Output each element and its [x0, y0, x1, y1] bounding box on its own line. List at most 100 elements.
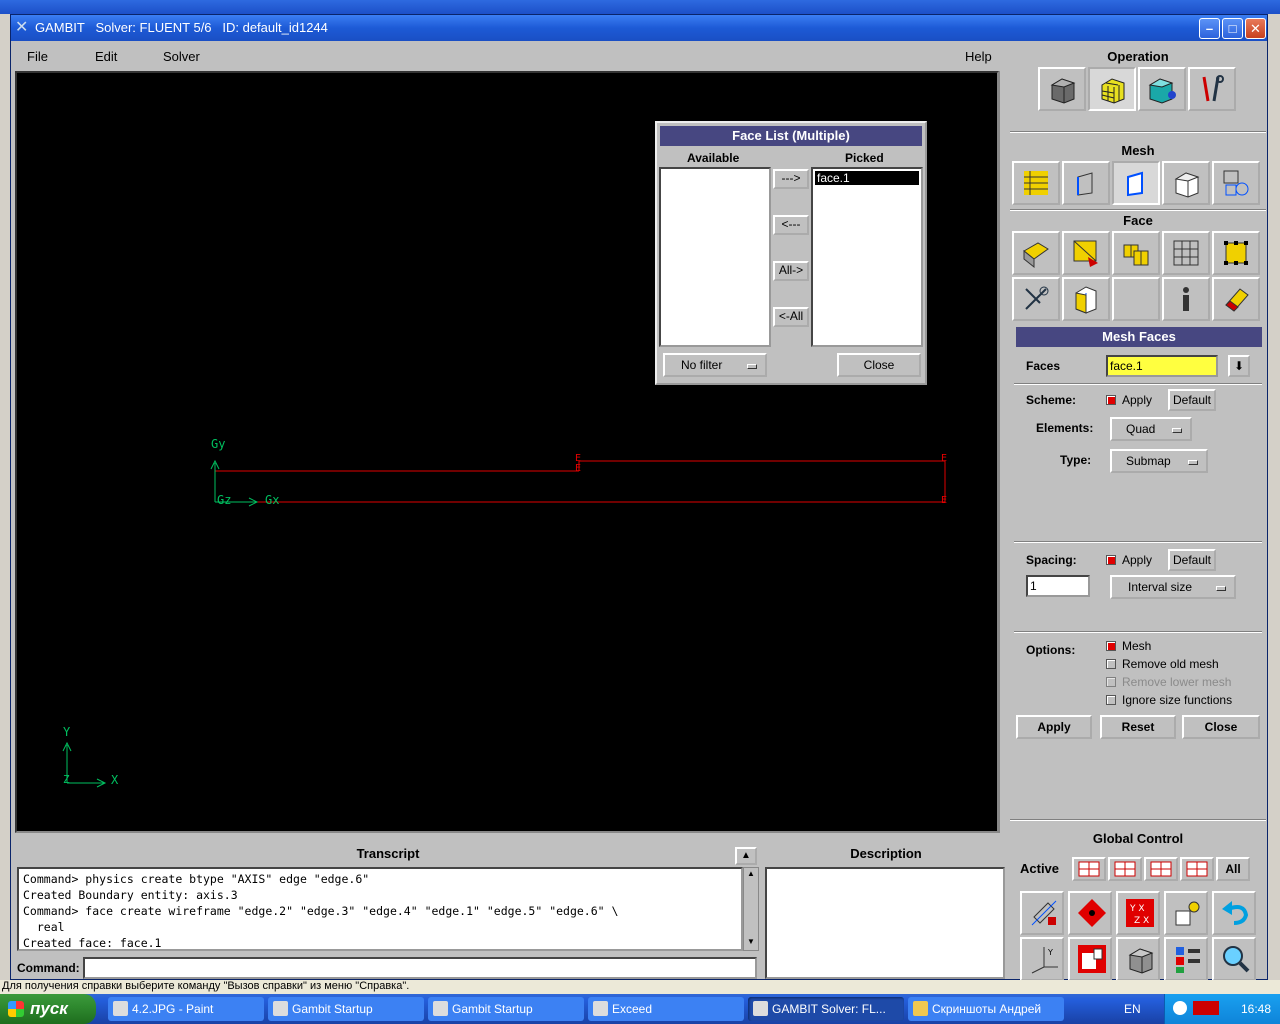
face-title: Face: [1123, 213, 1153, 228]
taskbar-item-gambit-startup-2[interactable]: Gambit Startup: [428, 997, 584, 1021]
remove-all-button[interactable]: <-All: [773, 307, 809, 327]
menu-help[interactable]: Help: [965, 49, 992, 64]
zones-tool-button[interactable]: [1138, 67, 1186, 111]
faces-pick-list-button[interactable]: ⬇: [1228, 355, 1250, 377]
quadrant-2-button[interactable]: [1108, 857, 1142, 881]
geometry-tool-button[interactable]: [1038, 67, 1086, 111]
transcript-log[interactable]: Command> physics create btype "AXIS" edg…: [17, 867, 743, 951]
taskbar-item-gambit-startup-1[interactable]: Gambit Startup: [268, 997, 424, 1021]
view-icon: Y X Z X: [1126, 899, 1154, 927]
mesh-faces-button[interactable]: [1112, 161, 1160, 205]
face-delete-button[interactable]: [1212, 277, 1260, 321]
orient-model-button[interactable]: Y: [1020, 937, 1064, 981]
render-model-button[interactable]: [1068, 937, 1112, 981]
select-pivot-button[interactable]: [1068, 891, 1112, 935]
taskbar-item-paint[interactable]: 4.2.JPG - Paint: [108, 997, 264, 1021]
menu-file[interactable]: File: [27, 49, 48, 64]
face-split-button[interactable]: [1162, 231, 1210, 275]
option-remove-old-checkbox[interactable]: [1106, 659, 1116, 669]
language-indicator[interactable]: EN: [1124, 1002, 1141, 1016]
eraser-icon: [1225, 288, 1249, 312]
change-view-button[interactable]: Y X Z X: [1116, 891, 1160, 935]
boundary-layer-icon: [1024, 171, 1048, 195]
spacing-apply-checkbox[interactable]: [1106, 555, 1116, 565]
start-button[interactable]: пуск: [0, 994, 96, 1024]
option-mesh-checkbox[interactable]: [1106, 641, 1116, 651]
task-label: GAMBIT Solver: FL...: [772, 1002, 886, 1016]
quadrant-3-button[interactable]: [1144, 857, 1178, 881]
face-list-title[interactable]: Face List (Multiple): [660, 126, 922, 146]
mesh-edges-button[interactable]: [1062, 161, 1110, 205]
transcript-line: Created Boundary entity: axis.3: [23, 888, 238, 902]
apply-button[interactable]: Apply: [1016, 715, 1092, 739]
option-remove-lower-label: Remove lower mesh: [1122, 675, 1232, 689]
menu-edit[interactable]: Edit: [95, 49, 117, 64]
tray-help-icon[interactable]: [1173, 1001, 1187, 1015]
tray-antivirus-icon[interactable]: [1193, 1001, 1219, 1015]
taskbar-item-folder[interactable]: Скриншоты Андрей: [908, 997, 1064, 1021]
app-name: GAMBIT: [35, 20, 85, 35]
face-volume-button[interactable]: [1062, 277, 1110, 321]
spacing-default-button[interactable]: Default: [1168, 549, 1216, 571]
type-dropdown[interactable]: Submap: [1110, 449, 1208, 473]
all-quadrants-button[interactable]: All: [1216, 857, 1250, 881]
close-form-button[interactable]: Close: [1182, 715, 1260, 739]
transcript-scrollbar[interactable]: ▲ ▼: [743, 867, 759, 951]
fit-to-window-button[interactable]: [1020, 891, 1064, 935]
remove-selected-button[interactable]: <---: [773, 215, 809, 235]
spacing-input[interactable]: 1: [1026, 575, 1090, 597]
scheme-default-button[interactable]: Default: [1168, 389, 1216, 411]
menu-solver[interactable]: Solver: [163, 49, 200, 64]
shade-model-button[interactable]: [1116, 937, 1160, 981]
option-ignore-size-checkbox[interactable]: [1106, 695, 1116, 705]
close-button[interactable]: ✕: [1245, 18, 1266, 39]
mesh-tool-button[interactable]: [1088, 67, 1136, 111]
picked-list[interactable]: face.1: [811, 167, 923, 347]
mesh-group-button[interactable]: [1212, 161, 1260, 205]
scheme-apply-checkbox[interactable]: [1106, 395, 1116, 405]
reset-button[interactable]: Reset: [1100, 715, 1176, 739]
scroll-down-icon[interactable]: ▼: [745, 937, 757, 949]
add-selected-button[interactable]: --->: [773, 169, 809, 189]
undo-button[interactable]: [1212, 891, 1256, 935]
minimize-button[interactable]: –: [1199, 18, 1220, 39]
add-all-button[interactable]: All->: [773, 261, 809, 281]
face-modify-button[interactable]: [1012, 277, 1060, 321]
spacing-mode-dropdown[interactable]: Interval size: [1110, 575, 1236, 599]
mesh-volumes-button[interactable]: [1162, 161, 1210, 205]
background-window-edge-right: [1266, 14, 1280, 994]
face-vertex-type-button[interactable]: [1212, 231, 1260, 275]
face-mesh-button[interactable]: [1012, 231, 1060, 275]
tools-icon: [1202, 75, 1224, 102]
taskbar-item-gambit[interactable]: GAMBIT Solver: FL...: [748, 997, 904, 1021]
list-item[interactable]: face.1: [815, 171, 919, 185]
quadrant-1-button[interactable]: [1072, 857, 1106, 881]
elements-dropdown[interactable]: Quad: [1110, 417, 1192, 441]
filter-dropdown[interactable]: No filter: [663, 353, 767, 377]
specify-attributes-button[interactable]: [1164, 937, 1208, 981]
command-input[interactable]: [83, 957, 757, 979]
available-list[interactable]: [659, 167, 771, 347]
query-button[interactable]: [1212, 937, 1256, 981]
face-list-close-button[interactable]: Close: [837, 353, 921, 377]
face-info-button[interactable]: [1162, 277, 1210, 321]
scroll-up-icon[interactable]: ▲: [745, 869, 757, 881]
maximize-button[interactable]: □: [1222, 18, 1243, 39]
taskbar: пуск 4.2.JPG - Paint Gambit Startup Gamb…: [0, 994, 1280, 1024]
window-titlebar[interactable]: ✕ GAMBIT Solver: FLUENT 5/6 ID: default_…: [11, 15, 1267, 41]
quadrant-4-button[interactable]: [1180, 857, 1214, 881]
expand-transcript-button[interactable]: ▲: [735, 847, 757, 865]
modify-lights-button[interactable]: [1164, 891, 1208, 935]
command-panel: Operation Mesh Face Mesh Faces Faces fac…: [1010, 43, 1266, 981]
tools-tool-button[interactable]: [1188, 67, 1236, 111]
faces-input[interactable]: face.1: [1106, 355, 1218, 377]
face-smooth-button[interactable]: [1112, 231, 1160, 275]
spacing-apply-label: Apply: [1122, 553, 1153, 567]
face-link-button[interactable]: [1062, 231, 1110, 275]
mesh-faces-title: Mesh Faces: [1016, 327, 1262, 347]
menubar: File Edit Solver Help: [15, 43, 1007, 69]
quadrant-icon: [1150, 861, 1172, 877]
face-empty-button[interactable]: [1112, 277, 1160, 321]
boundary-layer-button[interactable]: [1012, 161, 1060, 205]
taskbar-item-exceed[interactable]: Exceed: [588, 997, 744, 1021]
